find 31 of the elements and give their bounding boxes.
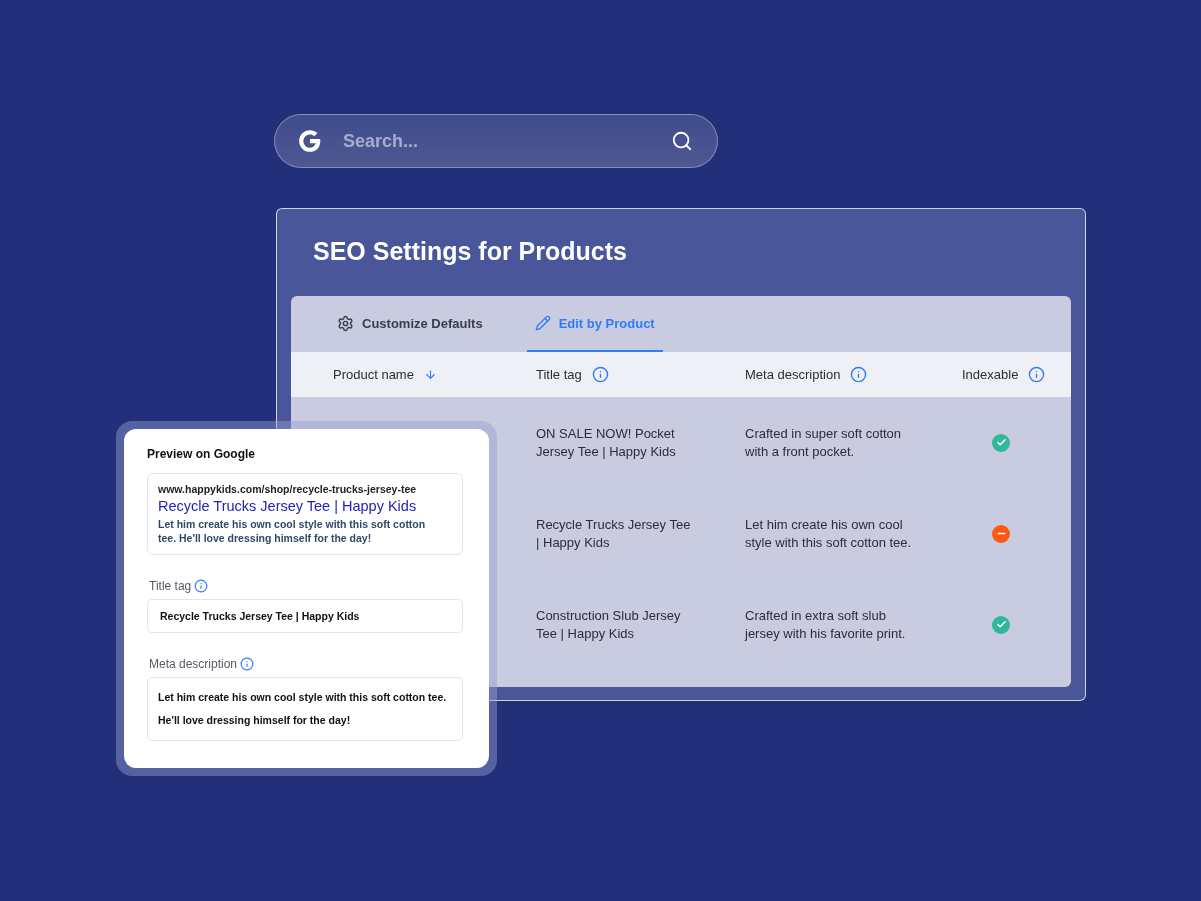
- title-tag-cell-text: Construction Slub Jersey Tee | Happy Kids: [536, 606, 682, 643]
- field-label: Meta description: [149, 657, 238, 671]
- result-url: www.happykids.com/shop/recycle-trucks-jersey-tee: [158, 483, 418, 495]
- field-label: Title tag: [149, 579, 192, 593]
- search-placeholder: Search...: [343, 130, 420, 152]
- input-field[interactable]: Recycle Trucks Jersey Tee | Happy Kids: [147, 599, 463, 633]
- g-logo-icon: [297, 128, 323, 154]
- info-icon[interactable]: [1028, 366, 1046, 383]
- result-link[interactable]: Recycle Trucks Jersey Tee | Happy Kids: [158, 498, 452, 514]
- result-description: Let him create his own cool style with this soft cotton tee. He'll love dressing himself for the day!: [158, 517, 427, 545]
- title-tag-cell-text: ON SALE NOW! Pocket Jersey Tee | Happy Kids: [536, 424, 677, 461]
- meta-description-cell-text: Crafted in super soft cotton with a front pocket.: [745, 424, 903, 461]
- info-icon[interactable]: [240, 657, 255, 671]
- preview-title: Preview on Google: [147, 447, 257, 461]
- meta-description-cell-text: Let him create his own cool style with this soft cotton tee.: [745, 515, 913, 552]
- column-header: Meta description: [745, 367, 841, 382]
- input-field[interactable]: Let him create his own cool style with this soft cotton tee. He'll love dressing himself for the day!: [147, 677, 463, 741]
- panel-title: SEO Settings for Products: [313, 237, 627, 266]
- info-icon[interactable]: [194, 579, 209, 593]
- pencil-icon: [534, 315, 551, 331]
- sort-arrow-icon[interactable]: [423, 368, 437, 381]
- info-icon[interactable]: [850, 366, 868, 383]
- column-header: Indexable: [962, 367, 1019, 382]
- gear-icon: [337, 314, 354, 332]
- title-tag-cell-text: Recycle Trucks Jersey Tee | Happy Kids: [536, 515, 692, 552]
- meta-description-cell-text: Crafted in extra soft slub jersey with his favorite print.: [745, 606, 907, 643]
- tab[interactable]: Customize Defaults: [329, 296, 491, 352]
- search-icon[interactable]: [671, 130, 693, 152]
- info-icon[interactable]: [591, 366, 609, 383]
- column-header: Title tag: [536, 367, 582, 382]
- column-header: Product name: [333, 367, 414, 382]
